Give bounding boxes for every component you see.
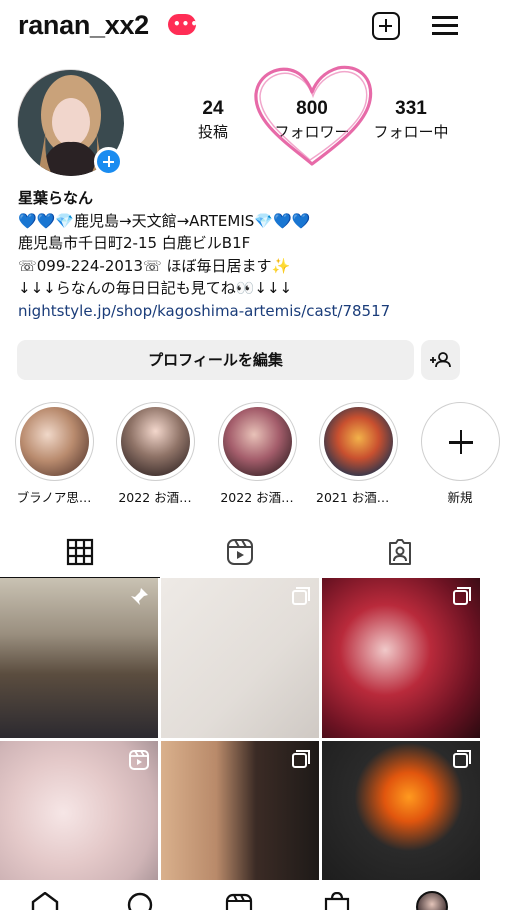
- display-name: 星葉らなん: [18, 189, 94, 207]
- highlight-ring: [318, 402, 398, 481]
- highlight-cover: [19, 407, 89, 476]
- grid-icon: [66, 538, 94, 566]
- highlight-item[interactable]: 2021 お酒物…: [316, 402, 400, 506]
- menu-icon[interactable]: [432, 12, 460, 40]
- tab-tagged[interactable]: [320, 530, 480, 578]
- shop-icon[interactable]: [322, 892, 352, 910]
- highlight-cover: [222, 407, 292, 476]
- search-icon[interactable]: [126, 892, 156, 910]
- username[interactable]: ranan_xx2: [18, 10, 149, 41]
- bio-line: 鹿児島市千日町2-15 白鹿ビルB1F: [18, 234, 251, 253]
- posts-count[interactable]: 24 投稿: [182, 98, 244, 142]
- posts-label: 投稿: [197, 123, 228, 141]
- tab-reels[interactable]: [160, 530, 320, 578]
- notification-badge-dots: •••: [173, 17, 200, 31]
- carousel-icon: [292, 587, 310, 605]
- highlight-item[interactable]: ブラノア思…: [14, 402, 94, 506]
- pinned-icon: [131, 588, 148, 605]
- following-count[interactable]: 331 フォロー中: [366, 98, 456, 142]
- post-thumbnail[interactable]: [161, 741, 319, 901]
- tagged-icon: [389, 539, 411, 565]
- tab-posts[interactable]: [0, 530, 160, 578]
- new-highlight[interactable]: 新規: [420, 402, 500, 506]
- profile-tabs: [0, 530, 480, 578]
- profile-nav-avatar[interactable]: [416, 891, 448, 910]
- following-label: フォロー中: [373, 123, 449, 141]
- highlight-label: 新規: [447, 490, 473, 505]
- highlight-label: 2022 お酒…: [220, 490, 294, 505]
- notification-badge[interactable]: •••: [168, 14, 200, 35]
- highlight-item[interactable]: 2022 お酒…: [217, 402, 297, 506]
- add-person-icon: [430, 352, 451, 368]
- highlight-label: 2022 お酒…: [118, 490, 192, 505]
- carousel-icon: [453, 587, 471, 605]
- reels-nav-icon[interactable]: [224, 892, 254, 910]
- following-value: 331: [395, 98, 427, 119]
- highlight-ring: [115, 402, 195, 481]
- profile-bio: 星葉らなん 💙💙💎鹿児島→天文館→ARTEMIS💎💙💙 鹿児島市千日町2-15 …: [18, 187, 478, 323]
- highlight-cover: [323, 407, 393, 476]
- bio-line: ☏099-224-2013☏ ほぼ毎日居ます✨: [18, 256, 291, 275]
- discover-people-button[interactable]: [421, 340, 460, 380]
- reels-icon: [227, 539, 253, 565]
- add-story-button[interactable]: [94, 147, 123, 176]
- post-thumbnail[interactable]: [161, 578, 319, 738]
- bottom-navigation: [0, 880, 480, 910]
- highlight-cover: [120, 407, 190, 476]
- reel-icon: [129, 750, 149, 770]
- post-thumbnail[interactable]: [0, 741, 158, 901]
- plus-icon: [426, 407, 495, 476]
- followers-count[interactable]: 800 フォロワー: [266, 98, 358, 142]
- highlight-ring: [14, 402, 94, 481]
- new-highlight-ring: [420, 402, 500, 481]
- carousel-icon: [453, 750, 471, 768]
- followers-label: フォロワー: [274, 123, 350, 141]
- posts-value: 24: [202, 98, 224, 119]
- highlight-item[interactable]: 2022 お酒…: [115, 402, 195, 506]
- create-post-icon[interactable]: [372, 12, 400, 40]
- post-thumbnail[interactable]: [322, 578, 480, 738]
- highlight-ring: [217, 402, 297, 481]
- followers-value: 800: [296, 98, 328, 119]
- profile-header: ranan_xx2 •••: [0, 0, 480, 52]
- highlight-label: 2021 お酒物…: [316, 490, 400, 505]
- profile-link[interactable]: nightstyle.jp/shop/kagoshima-artemis/cas…: [18, 300, 478, 323]
- carousel-icon: [292, 750, 310, 768]
- bio-line: ↓↓↓らなんの毎日日記も見てね👀↓↓↓: [18, 279, 293, 298]
- post-thumbnail[interactable]: [0, 578, 158, 738]
- highlight-label: ブラノア思…: [16, 490, 92, 505]
- edit-profile-button[interactable]: プロフィールを編集: [17, 340, 414, 380]
- post-thumbnail[interactable]: [322, 741, 480, 901]
- bio-line: 💙💙💎鹿児島→天文館→ARTEMIS💎💙💙: [18, 211, 311, 230]
- home-icon[interactable]: [30, 892, 60, 910]
